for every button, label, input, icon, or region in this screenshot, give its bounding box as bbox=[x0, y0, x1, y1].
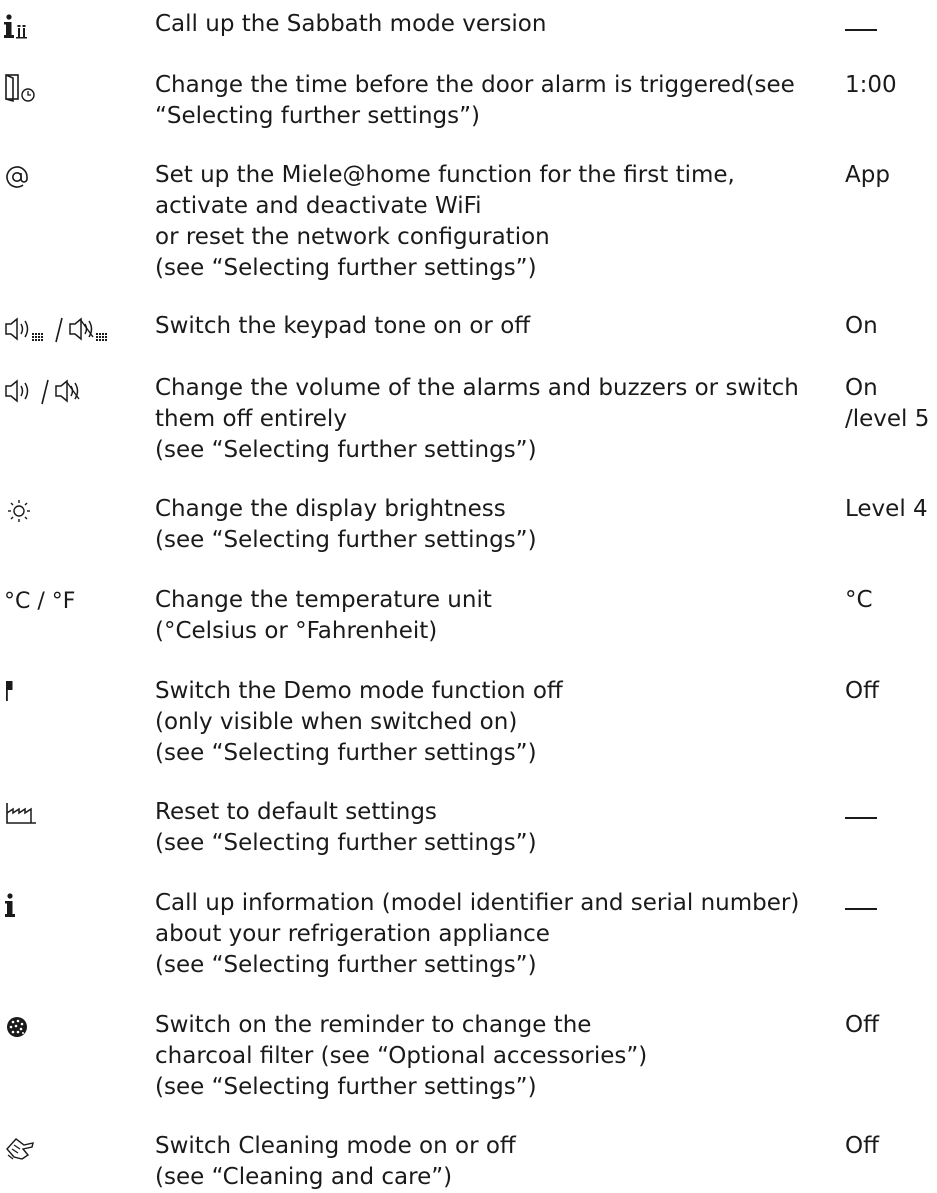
cleaning-mode-icon bbox=[4, 1135, 36, 1163]
default-value: On /level 5 bbox=[845, 373, 929, 435]
default-value: Off bbox=[845, 1133, 879, 1159]
temperature-unit-icon: °C / °F bbox=[4, 589, 75, 617]
description-line: (see “Selecting further settings”) bbox=[155, 255, 537, 281]
description-line: Switch on the reminder to change the bbox=[155, 1012, 592, 1038]
brightness-icon bbox=[4, 498, 34, 526]
default-value bbox=[845, 888, 877, 919]
dash bbox=[845, 29, 877, 31]
dash bbox=[845, 817, 877, 819]
factory-reset-icon bbox=[4, 801, 38, 829]
keypad-tone-icon bbox=[4, 315, 124, 343]
info-sabbath-icon bbox=[4, 13, 34, 41]
description-line: them off entirely bbox=[155, 406, 347, 432]
default-value: °C bbox=[845, 587, 873, 613]
demo-mode-flag-icon bbox=[4, 680, 24, 708]
row-description: Switch the Demo mode function off (only … bbox=[155, 676, 815, 769]
description-line: Switch the keypad tone on or off bbox=[155, 313, 531, 339]
default-value: Off bbox=[845, 678, 879, 704]
description-line: Set up the Miele@home function for the f… bbox=[155, 162, 735, 188]
description-line: (see “Selecting further settings”) bbox=[155, 952, 537, 978]
default-value bbox=[845, 797, 877, 828]
description-line: Change the temperature unit bbox=[155, 587, 492, 613]
row-description: Change the volume of the alarms and buzz… bbox=[155, 373, 815, 466]
info-icon bbox=[4, 892, 20, 920]
description-line: charcoal filter (see “Optional accessori… bbox=[155, 1043, 648, 1069]
charcoal-filter-icon bbox=[4, 1014, 30, 1042]
description-line: about your refrigeration appliance bbox=[155, 921, 550, 947]
row-description: Reset to default settings (see “Selectin… bbox=[155, 797, 815, 859]
door-alarm-timer-icon bbox=[4, 74, 38, 103]
default-value: Level 4 bbox=[845, 496, 928, 522]
row-description: Change the display brightness (see “Sele… bbox=[155, 494, 815, 556]
description-line: (see “Selecting further settings”) bbox=[155, 1074, 537, 1100]
value-line: On bbox=[845, 375, 878, 401]
row-description: Switch on the reminder to change the cha… bbox=[155, 1010, 815, 1103]
description-line: (see “Cleaning and care”) bbox=[155, 1164, 453, 1190]
description-line: Switch Cleaning mode on or off bbox=[155, 1133, 516, 1159]
description-line: Change the display brightness bbox=[155, 496, 506, 522]
description-line: “Selecting further settings”) bbox=[155, 103, 480, 129]
default-value bbox=[845, 9, 877, 40]
description-line: Call up information (model identifier an… bbox=[155, 890, 800, 916]
row-description: Switch the keypad tone on or off bbox=[155, 311, 815, 342]
description-line: activate and deactivate WiFi bbox=[155, 193, 482, 219]
description-line: Switch the Demo mode function off bbox=[155, 678, 563, 704]
at-sign-icon bbox=[4, 164, 30, 192]
description-line: or reset the network configuration bbox=[155, 224, 550, 250]
row-description: Switch Cleaning mode on or off (see “Cle… bbox=[155, 1131, 815, 1193]
row-description: Change the time before the door alarm is… bbox=[155, 70, 815, 132]
default-value: 1:00 bbox=[845, 72, 897, 98]
description-line: (see “Selecting further settings”) bbox=[155, 830, 537, 856]
description-line: (only visible when switched on) bbox=[155, 709, 518, 735]
volume-icon bbox=[4, 377, 104, 405]
description-line: Change the volume of the alarms and buzz… bbox=[155, 375, 799, 401]
dash bbox=[845, 908, 877, 910]
temperature-unit-icon-text: °C / °F bbox=[4, 589, 76, 614]
description-line: (see “Selecting further settings”) bbox=[155, 437, 537, 463]
default-value: Off bbox=[845, 1012, 879, 1038]
row-description: Call up information (model identifier an… bbox=[155, 888, 815, 981]
description-line: Change the time before the door alarm is… bbox=[155, 72, 795, 98]
description-line: (see “Selecting further settings”) bbox=[155, 527, 537, 553]
description-line: Call up the Sabbath mode version bbox=[155, 11, 547, 37]
description-line: (see “Selecting further settings”) bbox=[155, 740, 537, 766]
default-value: On bbox=[845, 313, 878, 339]
description-line: Reset to default settings bbox=[155, 799, 437, 825]
description-line: (°Celsius or °Fahrenheit) bbox=[155, 618, 438, 644]
row-description: Change the temperature unit (°Celsius or… bbox=[155, 585, 815, 647]
default-value: App bbox=[845, 162, 890, 188]
row-description: Call up the Sabbath mode version bbox=[155, 9, 815, 40]
value-line: /level 5 bbox=[845, 406, 930, 432]
row-description: Set up the Miele@home function for the f… bbox=[155, 160, 815, 284]
